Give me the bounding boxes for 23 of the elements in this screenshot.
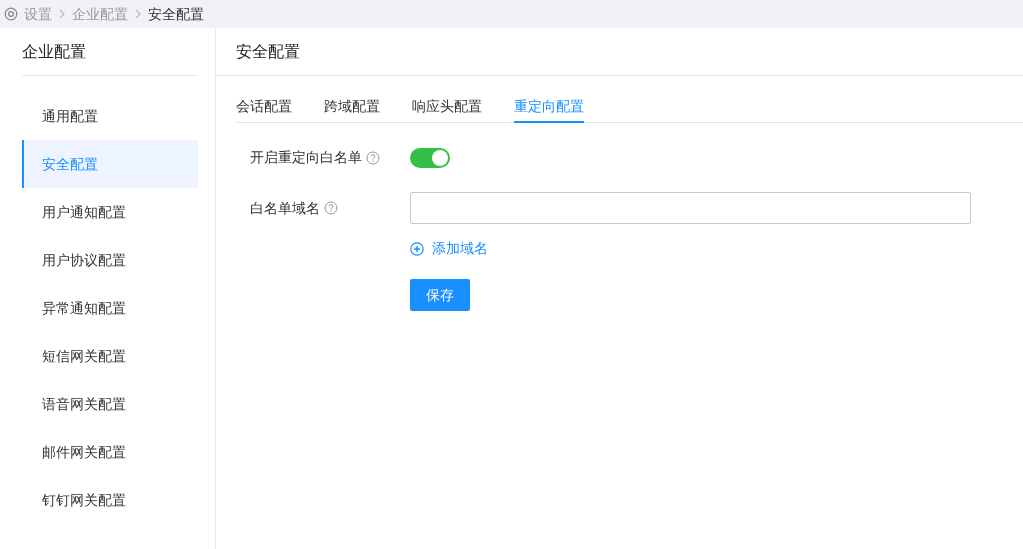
tab[interactable]: 跨域配置 bbox=[324, 92, 380, 123]
help-icon[interactable] bbox=[366, 150, 380, 165]
toggle-switch[interactable] bbox=[410, 147, 450, 168]
domain-input-field[interactable] bbox=[410, 192, 971, 224]
plus-circle-icon bbox=[410, 241, 424, 256]
sidebar-item[interactable]: 语音网关配置 bbox=[22, 380, 198, 428]
help-icon[interactable] bbox=[324, 201, 338, 215]
chevron-icon bbox=[58, 9, 66, 19]
tab[interactable]: 会话配置 bbox=[236, 92, 292, 123]
sidebar-item[interactable]: 通用配置 bbox=[22, 92, 198, 140]
breadcrumb-item: 安全配置 bbox=[148, 4, 204, 24]
sidebar-item[interactable]: 用户协议配置 bbox=[22, 236, 198, 284]
page-title: 安全配置 bbox=[216, 28, 1023, 76]
sidebar-item[interactable]: 钉钉网关配置 bbox=[22, 476, 198, 524]
sidebar-title: 企业配置 bbox=[22, 28, 198, 76]
sidebar-item[interactable]: 异常通知配置 bbox=[22, 284, 198, 332]
sidebar-item[interactable]: 用户通知配置 bbox=[22, 188, 198, 236]
sidebar-item[interactable]: 邮件网关配置 bbox=[22, 428, 198, 476]
field-label: 白名单域名 bbox=[250, 198, 320, 218]
chevron-icon bbox=[134, 9, 142, 19]
field-label: 开启重定向白名单 bbox=[250, 148, 362, 167]
sidebar-item[interactable]: 短信网关配置 bbox=[22, 332, 198, 380]
tab[interactable]: 响应头配置 bbox=[412, 92, 482, 123]
